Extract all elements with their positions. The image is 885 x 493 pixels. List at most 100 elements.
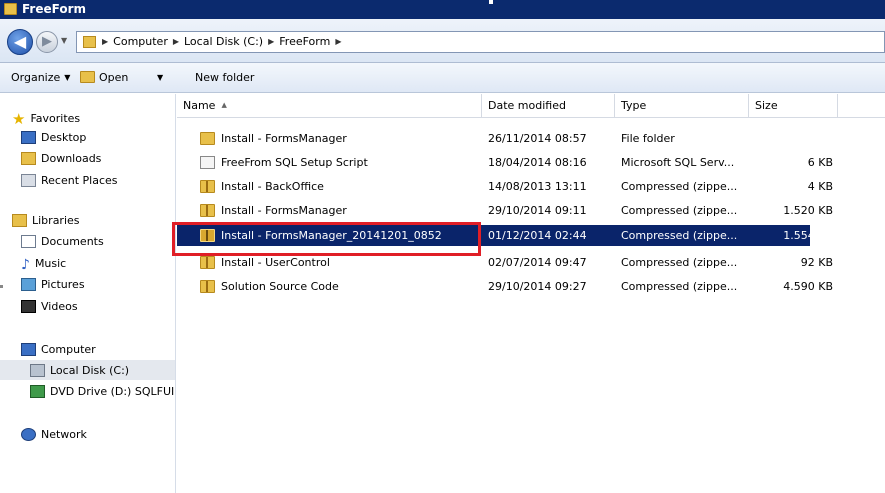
file-size: 6 KB — [807, 156, 833, 169]
chevron-right-icon[interactable]: ▶ — [102, 37, 108, 50]
command-toolbar: Organize ▼ Open ▼ New folder — [0, 63, 885, 93]
nav-downloads-label: Downloads — [41, 152, 102, 165]
file-date: 29/10/2014 09:27 — [488, 280, 587, 293]
file-size: 1.554 KB — [783, 229, 833, 242]
open-dropdown-button[interactable]: ▼ — [153, 71, 163, 84]
nav-desktop-label: Desktop — [41, 131, 87, 144]
nav-network-label: Network — [41, 428, 87, 441]
documents-icon — [21, 235, 36, 248]
network-icon — [21, 428, 36, 441]
nav-computer[interactable]: Computer — [21, 343, 96, 356]
computer-icon — [21, 343, 36, 356]
file-name: Install - FormsManager — [221, 132, 347, 145]
chevron-right-icon[interactable]: ▶ — [173, 37, 179, 50]
desktop-icon — [21, 131, 36, 144]
file-date: 14/08/2013 13:11 — [488, 180, 587, 193]
nav-favorites[interactable]: ★ Favorites — [12, 110, 81, 128]
nav-libraries[interactable]: Libraries — [12, 214, 80, 227]
nav-videos[interactable]: Videos — [21, 300, 78, 313]
column-header-row: Name ▲ Date modified Type Size — [177, 94, 885, 118]
folder-icon — [4, 3, 17, 15]
nav-dvd-drive[interactable]: DVD Drive (D:) SQLFUI — [30, 385, 174, 398]
folder-icon — [200, 132, 215, 145]
file-size: 4.590 KB — [783, 280, 833, 293]
pane-edge-mark — [0, 285, 3, 288]
file-type: Microsoft SQL Serv... — [621, 156, 735, 169]
nav-downloads[interactable]: Downloads — [21, 152, 101, 165]
nav-recent-places[interactable]: Recent Places — [21, 174, 118, 187]
nav-pictures-label: Pictures — [41, 278, 85, 291]
nav-computer-label: Computer — [41, 343, 96, 356]
nav-desktop[interactable]: Desktop — [21, 131, 86, 144]
nav-pictures[interactable]: Pictures — [21, 278, 85, 291]
file-name: FreeFrom SQL Setup Script — [221, 156, 368, 169]
nav-documents-label: Documents — [41, 235, 104, 248]
column-header-size[interactable]: Size — [749, 94, 838, 118]
folder-icon — [83, 36, 96, 48]
nav-local-disk-label: Local Disk (C:) — [50, 364, 130, 377]
file-size: 92 KB — [800, 256, 833, 269]
annotation-highlight-box — [172, 222, 481, 256]
forward-button[interactable]: ▶ — [36, 31, 58, 53]
new-folder-button[interactable]: New folder — [195, 71, 254, 84]
organize-button[interactable]: Organize ▼ — [11, 71, 70, 84]
zip-folder-icon — [200, 180, 215, 193]
window-title-bar[interactable]: FreeForm — [0, 0, 885, 19]
recent-places-icon — [21, 174, 36, 187]
music-icon: ♪ — [21, 257, 30, 273]
file-name: Install - UserControl — [221, 256, 330, 269]
file-name: Install - BackOffice — [221, 180, 324, 193]
nav-documents[interactable]: Documents — [21, 235, 104, 248]
file-type: Compressed (zippe... — [621, 229, 738, 242]
file-type: File folder — [621, 132, 675, 145]
nav-recent-places-label: Recent Places — [41, 174, 118, 187]
breadcrumb-freeform[interactable]: FreeForm — [279, 35, 330, 48]
file-row[interactable]: Install - FormsManager 29/10/2014 09:11 … — [177, 200, 885, 221]
file-type: Compressed (zippe... — [621, 180, 738, 193]
open-button[interactable]: Open — [80, 71, 128, 84]
column-header-date[interactable]: Date modified — [482, 94, 615, 118]
address-input[interactable]: ▶ Computer ▶ Local Disk (C:) ▶ FreeForm … — [76, 31, 885, 53]
downloads-icon — [21, 152, 36, 165]
navigation-pane: ★ Favorites Desktop Downloads Recent Plac… — [0, 94, 176, 493]
recent-pages-dropdown[interactable]: ▼ — [61, 36, 67, 45]
file-type: Compressed (zippe... — [621, 204, 738, 217]
address-bar-area: ◀ ▶ ▼ ▶ Computer ▶ Local Disk (C:) ▶ Fre… — [0, 19, 885, 63]
zip-folder-icon — [200, 256, 215, 269]
breadcrumb-local-disk[interactable]: Local Disk (C:) — [184, 35, 263, 48]
star-icon: ★ — [12, 110, 26, 128]
breadcrumb-computer[interactable]: Computer — [113, 35, 168, 48]
breadcrumb: ▶ Computer ▶ Local Disk (C:) ▶ FreeForm … — [102, 35, 341, 48]
open-label: Open — [99, 71, 129, 84]
file-row[interactable]: FreeFrom SQL Setup Script 18/04/2014 08:… — [177, 152, 885, 173]
nav-libraries-label: Libraries — [32, 214, 80, 227]
file-row[interactable]: Install - FormsManager 26/11/2014 08:57 … — [177, 128, 885, 149]
chevron-down-icon: ▼ — [157, 73, 164, 82]
nav-music-label: Music — [34, 257, 67, 270]
file-row[interactable]: Install - BackOffice 14/08/2013 13:11 Co… — [177, 176, 885, 197]
sql-script-icon — [200, 156, 215, 169]
nav-network[interactable]: Network — [21, 428, 87, 441]
window-title: FreeForm — [22, 2, 87, 16]
column-header-name[interactable]: Name ▲ — [177, 94, 482, 118]
pictures-icon — [21, 278, 36, 291]
chevron-right-icon[interactable]: ▶ — [335, 37, 341, 50]
nav-local-disk[interactable]: Local Disk (C:) — [30, 364, 129, 377]
file-date: 29/10/2014 09:11 — [488, 204, 587, 217]
chevron-down-icon: ▼ — [64, 73, 71, 82]
nav-favorites-label: Favorites — [30, 112, 81, 125]
organize-label: Organize — [11, 71, 61, 84]
nav-music[interactable]: ♪ Music — [21, 257, 67, 273]
file-date: 02/07/2014 09:47 — [488, 256, 587, 269]
file-row[interactable]: Solution Source Code 29/10/2014 09:27 Co… — [177, 276, 885, 297]
file-list: Name ▲ Date modified Type Size Install - … — [177, 94, 885, 493]
hard-disk-icon — [30, 364, 45, 377]
back-button[interactable]: ◀ — [7, 29, 33, 55]
chevron-right-icon[interactable]: ▶ — [268, 37, 274, 50]
file-date: 01/12/2014 02:44 — [488, 229, 587, 242]
file-type: Compressed (zippe... — [621, 256, 738, 269]
file-name: Solution Source Code — [221, 280, 339, 293]
zip-folder-icon — [200, 204, 215, 217]
dvd-drive-icon — [30, 385, 45, 398]
column-header-type[interactable]: Type — [615, 94, 749, 118]
